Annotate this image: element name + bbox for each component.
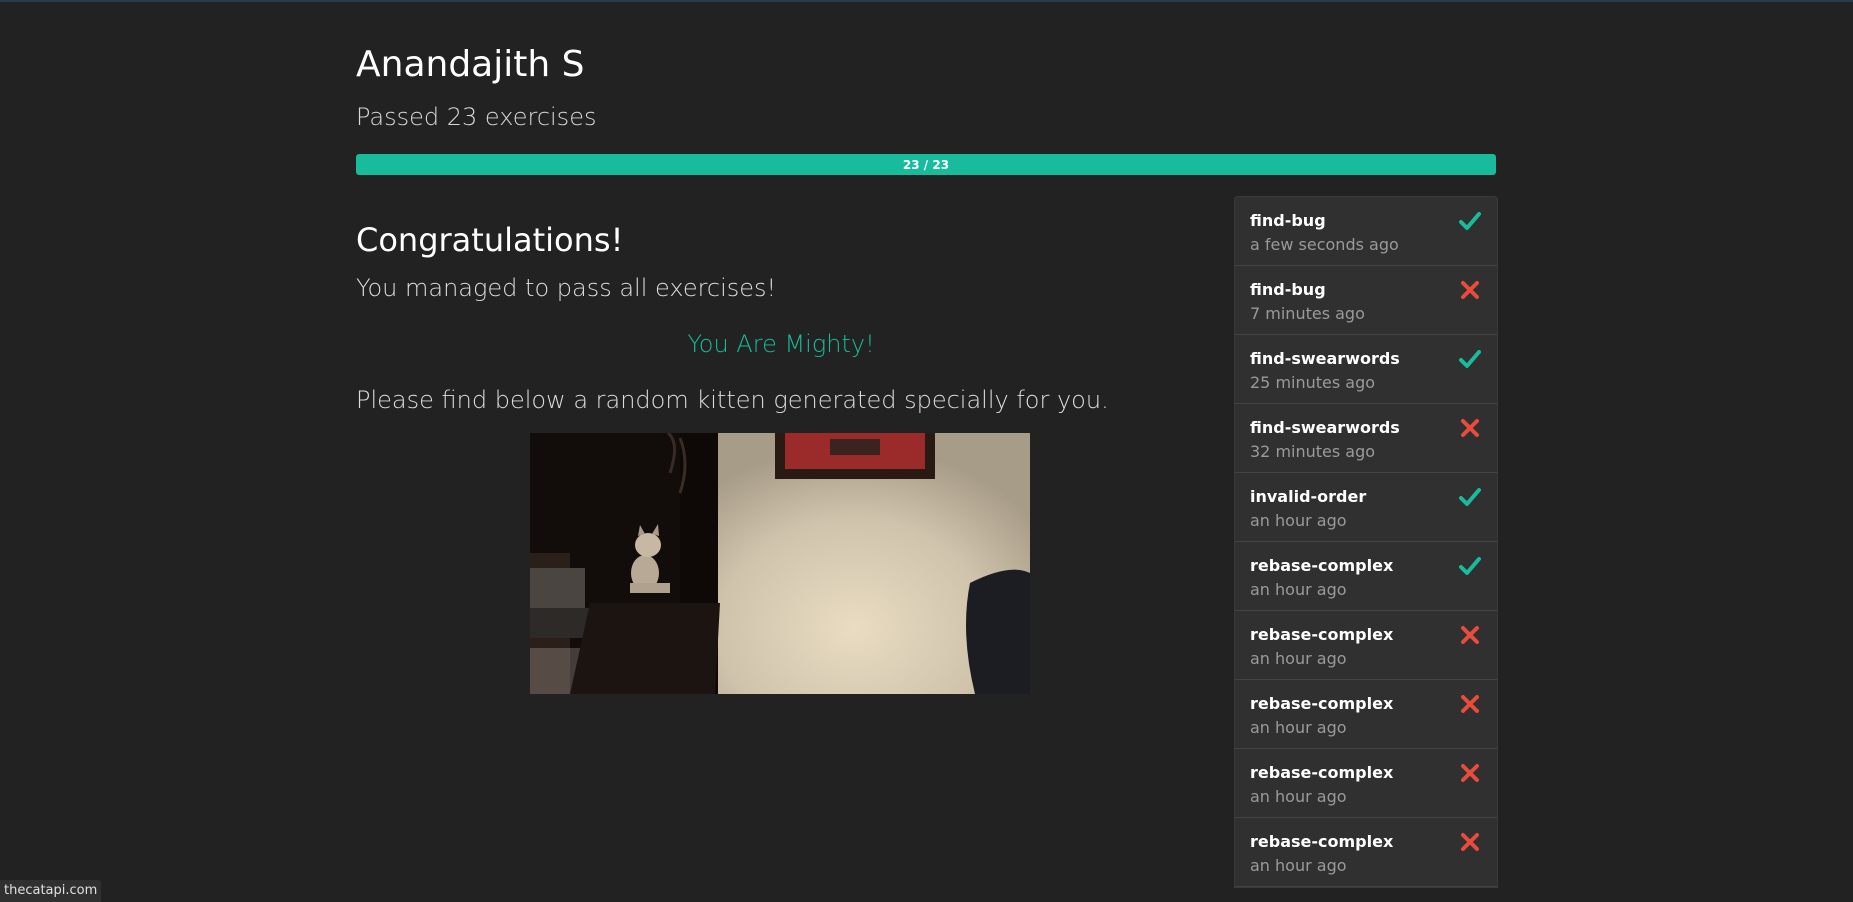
- congrats-title: Congratulations!: [356, 221, 624, 259]
- user-name: Anandajith S: [356, 44, 585, 85]
- run-timestamp: an hour ago: [1250, 649, 1347, 668]
- check-icon: [1458, 209, 1482, 233]
- progress-label: 23 / 23: [902, 157, 950, 172]
- run-exercise-name: invalid-order: [1250, 487, 1367, 506]
- run-item[interactable]: find-bug 7 minutes ago: [1235, 266, 1497, 335]
- cross-icon: [1458, 830, 1482, 854]
- run-item[interactable]: rebase-complex an hour ago: [1235, 680, 1497, 749]
- run-timestamp: an hour ago: [1250, 856, 1347, 875]
- run-timestamp: 32 minutes ago: [1250, 442, 1376, 461]
- cross-icon: [1458, 692, 1482, 716]
- mighty-text: You Are Mighty!: [687, 330, 875, 358]
- run-item[interactable]: rebase-complex an hour ago: [1235, 749, 1497, 818]
- check-icon: [1458, 347, 1482, 371]
- run-item[interactable]: rebase-complex an hour ago: [1235, 818, 1497, 887]
- cross-icon: [1458, 623, 1482, 647]
- check-icon: [1458, 485, 1482, 509]
- progress-bar: 23 / 23: [356, 154, 1496, 175]
- run-item[interactable]: find-swearwords 25 minutes ago: [1235, 335, 1497, 404]
- run-exercise-name: rebase-complex: [1250, 625, 1394, 644]
- run-item[interactable]: invalid-order an hour ago: [1235, 473, 1497, 542]
- run-exercise-name: find-swearwords: [1250, 418, 1400, 437]
- run-timestamp: an hour ago: [1250, 511, 1347, 530]
- kitten-image[interactable]: [530, 433, 1030, 694]
- run-item[interactable]: find-swearwords 32 minutes ago: [1235, 404, 1497, 473]
- run-exercise-name: find-bug: [1250, 280, 1326, 299]
- status-bar-url: thecatapi.com: [0, 880, 102, 902]
- kitten-text: Please find below a random kitten genera…: [356, 386, 1109, 414]
- top-border: [0, 0, 1853, 2]
- main-content: Congratulations! You managed to pass all…: [356, 210, 1206, 694]
- run-timestamp: 25 minutes ago: [1250, 373, 1376, 392]
- run-timestamp: 7 minutes ago: [1250, 304, 1365, 323]
- run-exercise-name: find-bug: [1250, 211, 1326, 230]
- recent-runs-list: find-bug a few seconds ago find-bug 7 minut…: [1234, 196, 1498, 888]
- progress-fill: 23 / 23: [356, 154, 1496, 175]
- run-exercise-name: rebase-complex: [1250, 832, 1394, 851]
- run-exercise-name: rebase-complex: [1250, 763, 1394, 782]
- run-timestamp: an hour ago: [1250, 580, 1347, 599]
- run-exercise-name: rebase-complex: [1250, 556, 1394, 575]
- kitten-picture: [530, 433, 1030, 694]
- run-exercise-name: rebase-complex: [1250, 694, 1394, 713]
- cross-icon: [1458, 278, 1482, 302]
- run-timestamp: an hour ago: [1250, 718, 1347, 737]
- run-timestamp: an hour ago: [1250, 787, 1347, 806]
- run-timestamp: a few seconds ago: [1250, 235, 1399, 254]
- run-item[interactable]: rebase-complex an hour ago: [1235, 542, 1497, 611]
- cross-icon: [1458, 416, 1482, 440]
- cross-icon: [1458, 761, 1482, 785]
- run-item[interactable]: rebase-complex an hour ago: [1235, 611, 1497, 680]
- run-item[interactable]: find-bug a few seconds ago: [1235, 197, 1497, 266]
- managed-text: You managed to pass all exercises!: [356, 274, 777, 302]
- run-exercise-name: find-swearwords: [1250, 349, 1400, 368]
- passed-count: Passed 23 exercises: [356, 103, 597, 131]
- check-icon: [1458, 554, 1482, 578]
